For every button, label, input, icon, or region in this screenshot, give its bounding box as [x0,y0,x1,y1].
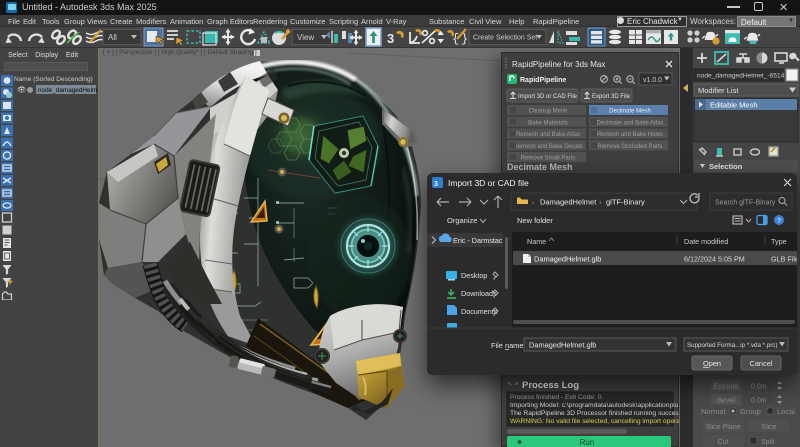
svg-text:Run: Run [580,438,595,447]
svg-text:Importing Model: c:\programdat: Importing Model: c:\programdata\autodesk… [510,402,679,409]
svg-text:Process finished - Exit Code:: Process finished - Exit Code: 0. [510,394,603,401]
svg-text:Documents: Documents [461,307,498,316]
svg-text:Desktop: Desktop [461,271,487,280]
svg-text:Date modified: Date modified [684,237,728,246]
svg-text:Export 3D File: Export 3D File [592,94,631,100]
svg-text:Extrude: Extrude [714,382,739,391]
svg-text:Downloads: Downloads [461,289,497,298]
svg-text:Remesh and Bake Holes: Remesh and Bake Holes [597,132,663,138]
svg-text:Split: Split [761,439,775,446]
svg-text:Eric - Darmstac: Eric - Darmstac [453,236,503,245]
svg-text:Open: Open [703,359,721,368]
svg-text:RapidPipeline for 3ds Max: RapidPipeline for 3ds Max [512,60,605,69]
svg-text:Remesh and Bake Decals: Remesh and Bake Decals [513,144,582,150]
svg-text:0.0m: 0.0m [751,398,767,405]
svg-text:Editable Mesh: Editable Mesh [710,101,758,110]
svg-text:Cleanup Mesh: Cleanup Mesh [529,109,568,115]
svg-text:v1.0.0: v1.0.0 [643,77,662,84]
svg-text:DamagedHelmet: DamagedHelmet [540,198,597,207]
svg-text:Remesh and Bake Atlas: Remesh and Bake Atlas [516,132,580,138]
svg-text:Decimate Mesh: Decimate Mesh [507,162,573,172]
svg-text:node_damagedHelmet_-6514: node_damagedHelmet_-6514 [697,73,785,80]
svg-text:Modifier List: Modifier List [698,86,739,95]
svg-text:Remove Occluded Parts: Remove Occluded Parts [597,144,662,150]
svg-text:Slice Plane: Slice Plane [705,424,740,431]
svg-text:DamagedHelmet.glb: DamagedHelmet.glb [529,341,596,350]
svg-text:›: › [532,201,534,207]
svg-text:0.0m: 0.0m [751,384,767,391]
svg-text:Decimate and Bake Atlas: Decimate and Bake Atlas [596,120,663,126]
svg-text:?: ? [777,218,781,225]
svg-text:Organize: Organize [447,216,477,225]
svg-text:Cancel: Cancel [749,359,772,368]
svg-text:Search glTF-Binary: Search glTF-Binary [715,200,776,207]
svg-text:Bevel: Bevel [717,396,735,405]
svg-text:3: 3 [387,31,394,46]
svg-text:Normal:: Normal: [701,407,727,416]
svg-text:GLB File: GLB File [771,255,797,264]
svg-text:DamagedHelmet.glb: DamagedHelmet.glb [534,255,601,264]
svg-text:View: View [297,33,314,42]
svg-text:Name: Name [527,237,546,246]
svg-text:Import 3D or CAD file: Import 3D or CAD file [448,178,529,188]
svg-text:Decimate Mesh: Decimate Mesh [609,109,651,115]
svg-text:Remove Small Parts: Remove Small Parts [521,156,576,162]
svg-text:New folder: New folder [517,216,553,225]
svg-text:Type: Type [771,237,787,246]
svg-text:Process Log: Process Log [522,380,579,391]
svg-text:WARNING: No valid file selecte: WARNING: No valid file selected, cancell… [510,418,679,425]
svg-text:glTF-Binary: glTF-Binary [606,198,645,207]
svg-text:The RapidPipeline 3D Processor: The RapidPipeline 3D Processor finished … [510,410,679,417]
svg-text:Import 3D or CAD File: Import 3D or CAD File [518,94,578,100]
svg-text:Local: Local [777,407,795,416]
svg-text:6/12/2024 5:05 PM: 6/12/2024 5:05 PM [684,255,745,264]
svg-text:File name:: File name: [491,341,526,350]
svg-text:Supported Forma...ip *.vda *.p: Supported Forma...ip *.vda *.prc) [687,342,777,349]
svg-text:Slice: Slice [761,424,776,431]
svg-text:3: 3 [434,181,438,188]
svg-text:Cut: Cut [718,439,729,446]
svg-text:Create Selection Set: Create Selection Set [473,35,537,42]
svg-text:Selection: Selection [709,162,743,171]
svg-text:Bake Materials: Bake Materials [528,120,568,126]
svg-text:All: All [108,33,117,42]
svg-text:RapidPipeline: RapidPipeline [520,77,566,84]
svg-text:Group: Group [740,407,761,416]
